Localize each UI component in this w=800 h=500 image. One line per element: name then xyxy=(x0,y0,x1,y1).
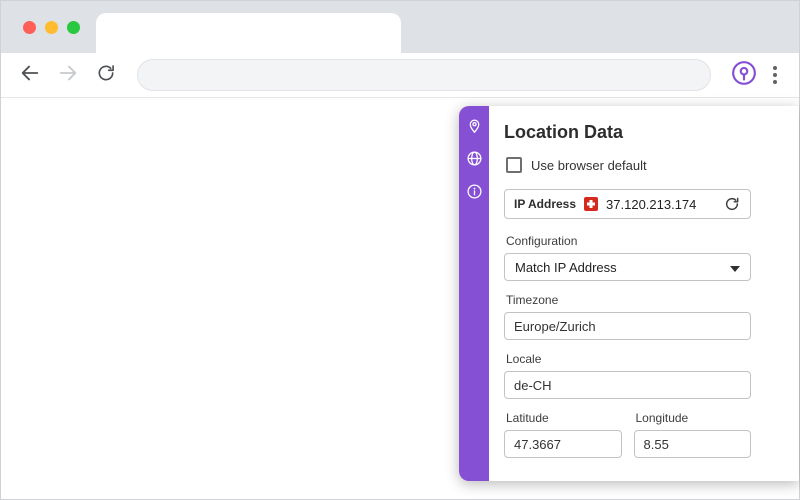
longitude-group: Longitude xyxy=(633,411,751,458)
chevron-down-icon xyxy=(730,260,740,275)
latitude-label: Latitude xyxy=(506,411,549,425)
address-bar[interactable] xyxy=(137,59,711,91)
browser-tab[interactable] xyxy=(96,13,401,53)
titlebar xyxy=(1,1,799,53)
extension-icon xyxy=(731,60,757,91)
browser-window: { "browser": { "tab_title": "", "address… xyxy=(0,0,800,500)
sidebar-tab-network[interactable] xyxy=(465,150,483,172)
configuration-select[interactable]: Match IP Address xyxy=(504,253,751,281)
sidebar-tab-info[interactable] xyxy=(465,183,483,205)
use-browser-default-label: Use browser default xyxy=(531,157,647,173)
forward-arrow-icon xyxy=(57,62,79,89)
minimize-window-button[interactable] xyxy=(45,21,58,34)
info-icon xyxy=(466,183,483,205)
traffic-lights xyxy=(23,21,80,34)
configuration-group: Configuration Match IP Address xyxy=(504,234,751,281)
swiss-flag-icon xyxy=(584,197,599,211)
kebab-menu-icon xyxy=(773,66,777,70)
use-browser-default-checkbox[interactable] xyxy=(506,157,522,173)
use-browser-default-row[interactable]: Use browser default xyxy=(506,157,751,173)
longitude-input[interactable] xyxy=(633,430,751,458)
timezone-label: Timezone xyxy=(506,293,559,307)
latitude-input[interactable] xyxy=(504,430,622,458)
latitude-group: Latitude xyxy=(504,411,622,458)
forward-button[interactable] xyxy=(51,58,85,92)
panel-sidebar xyxy=(459,106,489,481)
sidebar-tab-location[interactable] xyxy=(465,119,483,137)
timezone-group: Timezone xyxy=(504,293,751,340)
location-data-panel: Location Data Use browser default IP Add… xyxy=(459,106,799,481)
extension-button[interactable] xyxy=(729,60,759,90)
close-window-button[interactable] xyxy=(23,21,36,34)
ip-address-field: IP Address 37.120.213.174 xyxy=(504,189,751,219)
locale-label: Locale xyxy=(506,352,542,366)
browser-toolbar xyxy=(1,53,799,98)
ip-address-label: IP Address xyxy=(514,197,577,211)
timezone-input[interactable] xyxy=(504,312,751,340)
location-pin-icon xyxy=(466,117,483,139)
locale-group: Locale xyxy=(504,352,751,399)
configuration-selected-value: Match IP Address xyxy=(515,259,617,275)
back-arrow-icon xyxy=(19,62,41,89)
browser-menu-button[interactable] xyxy=(763,60,787,90)
back-button[interactable] xyxy=(13,58,47,92)
configuration-label: Configuration xyxy=(506,234,578,248)
ip-address-value: 37.120.213.174 xyxy=(606,196,697,212)
refresh-ip-button[interactable] xyxy=(723,195,741,213)
reload-button[interactable] xyxy=(89,58,123,92)
locale-input[interactable] xyxy=(504,371,751,399)
panel-content: Location Data Use browser default IP Add… xyxy=(489,106,799,481)
reload-icon xyxy=(96,63,116,88)
lat-long-row: Latitude Longitude xyxy=(504,411,751,470)
longitude-label: Longitude xyxy=(635,411,689,425)
globe-icon xyxy=(466,150,483,172)
panel-title: Location Data xyxy=(504,122,624,142)
zoom-window-button[interactable] xyxy=(67,21,80,34)
